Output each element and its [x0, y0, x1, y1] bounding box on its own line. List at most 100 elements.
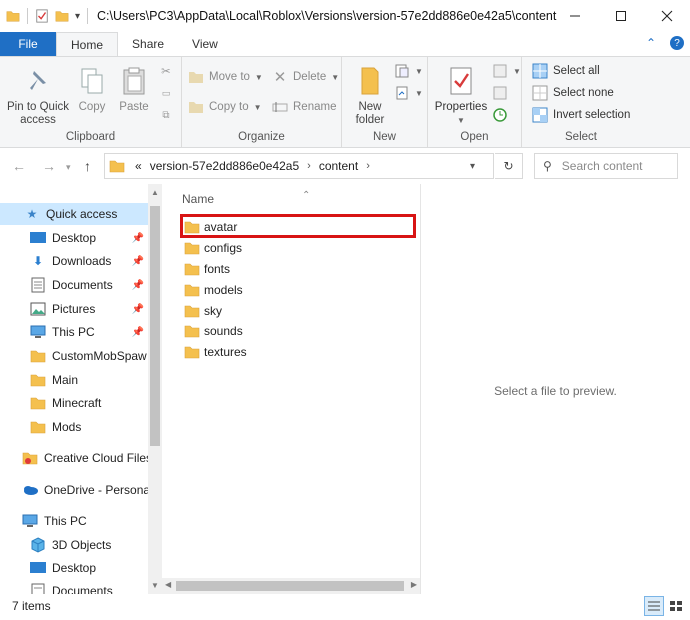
- scroll-left-icon[interactable]: ◀: [165, 580, 171, 589]
- details-view-icon: [648, 601, 660, 611]
- name-column-header[interactable]: Name ⌃: [182, 190, 310, 206]
- recent-locations-icon[interactable]: ▾: [66, 162, 71, 173]
- file-row-textures[interactable]: textures: [184, 342, 414, 362]
- sidebar-item-this-pc-quick[interactable]: This PC 📌: [0, 321, 148, 343]
- paste-button[interactable]: Paste: [114, 65, 154, 114]
- tab-view[interactable]: View: [178, 32, 232, 56]
- pin-icon[interactable]: 📌: [132, 304, 144, 315]
- preview-pane: Select a file to preview.: [420, 184, 690, 594]
- customize-toolbar-icon[interactable]: ▾: [75, 11, 80, 22]
- sidebar-scroll-thumb[interactable]: [150, 206, 160, 446]
- sidebar-item-quick-access[interactable]: ★ Quick access: [0, 203, 148, 225]
- computer-icon: [22, 513, 38, 529]
- back-arrow-icon[interactable]: ←: [12, 158, 26, 174]
- close-button[interactable]: [644, 0, 690, 32]
- tab-share[interactable]: Share: [118, 32, 178, 56]
- organize-group-label: Organize: [238, 131, 285, 143]
- up-arrow-icon[interactable]: ↑: [84, 158, 91, 174]
- pin-icon[interactable]: 📌: [132, 280, 144, 291]
- sidebar-item-3d-objects[interactable]: 3D Objects: [0, 534, 148, 556]
- forward-arrow-icon[interactable]: →: [42, 158, 56, 174]
- open-button[interactable]: ▼: [492, 63, 521, 79]
- paste-shortcut-button[interactable]: ⧉: [158, 107, 174, 123]
- sidebar-item-custommobspaw[interactable]: CustomMobSpaw: [0, 345, 148, 367]
- address-dropdown-icon[interactable]: ▾: [470, 161, 475, 172]
- address-bar[interactable]: « version-57e2dd886e0e42a5 › content ›: [104, 153, 494, 179]
- file-row-models[interactable]: models: [184, 280, 414, 300]
- copy-to-button[interactable]: Copy to ▼: [188, 99, 262, 115]
- move-to-button[interactable]: Move to ▼: [188, 69, 263, 85]
- sidebar-item-label: Documents: [52, 278, 113, 292]
- new-folder-icon[interactable]: [55, 9, 69, 23]
- select-all-label: Select all: [553, 65, 600, 77]
- sidebar-item-main[interactable]: Main: [0, 369, 148, 391]
- quick-access-toolbar: ▾: [0, 8, 89, 24]
- invert-selection-button[interactable]: Invert selection: [532, 107, 630, 123]
- file-row-avatar[interactable]: avatar: [184, 217, 414, 237]
- scroll-up-icon[interactable]: ▲: [151, 188, 159, 197]
- copy-button[interactable]: Copy: [74, 65, 110, 114]
- collapse-ribbon-icon[interactable]: ⌃: [646, 36, 656, 50]
- refresh-button[interactable]: ↻: [495, 153, 523, 179]
- new-group: New folder ▼ ▼ New: [342, 57, 428, 147]
- file-row-sky[interactable]: sky: [184, 301, 414, 321]
- sidebar-item-minecraft[interactable]: Minecraft: [0, 392, 148, 414]
- sidebar-item-downloads[interactable]: ⬇ Downloads 📌: [0, 250, 148, 272]
- tab-file[interactable]: File: [0, 32, 56, 56]
- maximize-button[interactable]: [598, 0, 644, 32]
- select-none-button[interactable]: Select none: [532, 85, 614, 101]
- copy-path-button[interactable]: ▭: [158, 85, 174, 101]
- select-all-button[interactable]: Select all: [532, 63, 600, 79]
- rename-button[interactable]: Rename: [272, 99, 336, 115]
- details-view-button[interactable]: [644, 596, 664, 616]
- address-overflow[interactable]: «: [135, 159, 142, 173]
- breadcrumb-content[interactable]: content: [319, 159, 358, 173]
- properties-button[interactable]: Properties ▼: [430, 65, 492, 127]
- large-icons-view-button[interactable]: [666, 596, 686, 616]
- open-icon: [492, 63, 508, 79]
- easy-access-button[interactable]: ▼: [394, 85, 423, 101]
- pin-icon[interactable]: 📌: [132, 256, 144, 267]
- breadcrumb-separator-icon[interactable]: ›: [366, 160, 370, 172]
- onedrive-icon: [22, 482, 38, 498]
- file-row-fonts[interactable]: fonts: [184, 259, 414, 279]
- sidebar-item-this-pc[interactable]: This PC: [0, 510, 148, 532]
- scroll-right-icon[interactable]: ▶: [411, 580, 417, 589]
- pin-icon[interactable]: 📌: [132, 233, 144, 244]
- help-icon[interactable]: ?: [670, 36, 684, 50]
- horizontal-scroll-thumb[interactable]: [176, 581, 404, 591]
- history-button[interactable]: [492, 107, 508, 123]
- breadcrumb-separator-icon[interactable]: ›: [307, 160, 311, 172]
- sidebar-item-documents-pc[interactable]: Documents: [0, 580, 148, 594]
- sidebar-item-creative-cloud-files[interactable]: Creative Cloud Files: [0, 447, 152, 469]
- edit-button[interactable]: [492, 85, 508, 101]
- breadcrumb-version[interactable]: version-57e2dd886e0e42a5: [150, 159, 299, 173]
- cut-button[interactable]: ✂: [158, 63, 174, 79]
- copy-icon: [76, 65, 108, 97]
- new-folder-button[interactable]: New folder: [348, 65, 392, 127]
- file-row-configs[interactable]: configs: [184, 238, 414, 258]
- organize-group: Move to ▼ Copy to ▼ ✕ Delete ▼ Rename Organ…: [182, 57, 342, 147]
- search-input[interactable]: Search content: [562, 159, 643, 173]
- file-row-sounds[interactable]: sounds: [184, 321, 414, 341]
- tab-home[interactable]: Home: [56, 32, 119, 56]
- minimize-button[interactable]: [552, 0, 598, 32]
- delete-button[interactable]: ✕ Delete ▼: [272, 69, 339, 86]
- file-list-horizontal-scrollbar[interactable]: ◀ ▶: [162, 578, 420, 594]
- sidebar-item-label: 3D Objects: [52, 538, 112, 552]
- sidebar-item-desktop[interactable]: Desktop 📌: [0, 227, 148, 249]
- sidebar-item-desktop-pc[interactable]: Desktop: [0, 557, 148, 579]
- sidebar-item-onedrive[interactable]: OneDrive - Personal: [0, 479, 153, 501]
- sidebar-scrollbar[interactable]: ▲ ▼: [148, 184, 162, 594]
- new-folder-label: New folder: [355, 101, 385, 126]
- scroll-down-icon[interactable]: ▼: [151, 581, 159, 590]
- new-item-button[interactable]: ▼: [394, 63, 423, 79]
- sidebar-item-pictures[interactable]: Pictures 📌: [0, 298, 148, 320]
- sidebar-item-mods[interactable]: Mods: [0, 416, 148, 438]
- sidebar-item-documents[interactable]: Documents 📌: [0, 274, 148, 296]
- search-box[interactable]: ⚲ Search content: [534, 153, 678, 179]
- pin-to-quick-access-button[interactable]: Pin to Quick access: [4, 65, 72, 127]
- pin-icon[interactable]: 📌: [132, 327, 144, 338]
- properties-icon[interactable]: [35, 9, 49, 23]
- folder-icon: [30, 395, 46, 411]
